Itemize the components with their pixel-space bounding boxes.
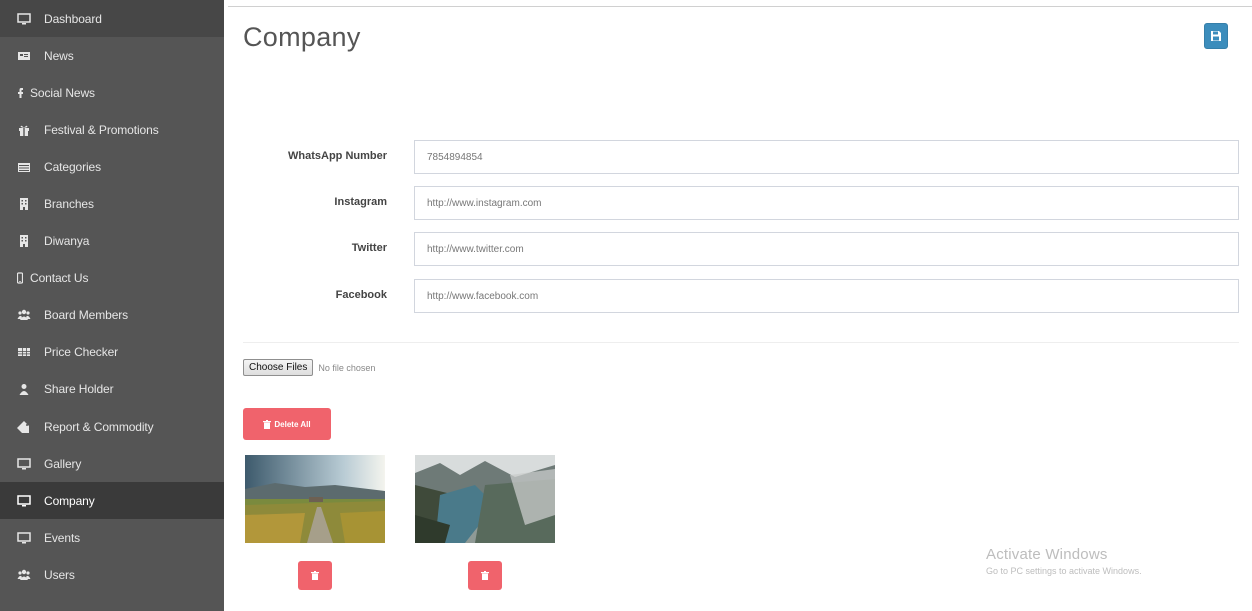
sidebar-item-label: News: [44, 48, 74, 63]
mobile-icon: [17, 271, 23, 285]
trash-icon: [263, 419, 272, 429]
sidebar-item-share-holder[interactable]: Share Holder: [0, 371, 224, 408]
sidebar-item-label: Events: [44, 530, 81, 545]
sidebar-item-label: Contact Us: [30, 271, 89, 286]
gallery-image-1: [245, 455, 385, 543]
monitor-icon: [17, 12, 31, 26]
sidebar-item-label: Gallery: [44, 456, 82, 471]
instagram-input[interactable]: [414, 186, 1239, 220]
windows-activation-watermark: Activate Windows Go to PC settings to ac…: [986, 546, 1142, 576]
whatsapp-label: WhatsApp Number: [288, 150, 387, 162]
gift-icon: [17, 123, 31, 137]
watermark-subtitle: Go to PC settings to activate Windows.: [986, 566, 1142, 576]
sidebar-item-contact-us[interactable]: Contact Us: [0, 260, 224, 297]
sidebar-item-label: Company: [44, 493, 95, 508]
delete-image-2-button[interactable]: [468, 561, 502, 590]
sidebar-item-categories[interactable]: Categories: [0, 148, 224, 185]
save-button[interactable]: [1204, 23, 1228, 49]
trash-icon: [311, 571, 319, 580]
sidebar: Dashboard News Social News Festival & Pr…: [0, 0, 224, 611]
save-icon: [1211, 31, 1221, 41]
sidebar-item-label: Branches: [44, 197, 94, 212]
sidebar-item-dashboard[interactable]: Dashboard: [0, 0, 224, 38]
instagram-row: Instagram: [224, 186, 1252, 220]
whatsapp-number-input[interactable]: [414, 140, 1239, 174]
users-icon: [17, 568, 31, 582]
choose-files-button[interactable]: Choose Files: [243, 359, 314, 376]
sidebar-item-label: Report & Commodity: [44, 419, 154, 434]
sidebar-item-label: Dashboard: [44, 11, 102, 26]
top-divider: [228, 6, 1252, 7]
sidebar-item-label: Share Holder: [44, 382, 114, 397]
delete-all-label: Delete All: [274, 419, 311, 429]
facebook-input[interactable]: [414, 279, 1239, 313]
file-upload: Choose Files No file chosen: [243, 359, 375, 376]
gallery-image-2: [415, 455, 555, 543]
sidebar-item-label: Price Checker: [44, 345, 119, 360]
form-divider: [243, 342, 1239, 343]
building-icon: [17, 197, 31, 211]
instagram-label: Instagram: [334, 196, 387, 208]
sidebar-item-label: Social News: [30, 85, 95, 100]
user-icon: [17, 382, 31, 396]
sidebar-item-branches[interactable]: Branches: [0, 185, 224, 222]
facebook-icon: [17, 86, 23, 100]
trash-icon: [481, 571, 489, 580]
tag-icon: [17, 420, 31, 434]
table-icon: [17, 345, 31, 359]
sidebar-item-social-news[interactable]: Social News: [0, 74, 224, 111]
sidebar-item-news[interactable]: News: [0, 37, 224, 74]
sidebar-item-label: Festival & Promotions: [44, 122, 159, 137]
facebook-label: Facebook: [335, 289, 387, 301]
monitor-icon: [17, 531, 31, 545]
sidebar-item-festival-promotions[interactable]: Festival & Promotions: [0, 111, 224, 148]
sidebar-item-events[interactable]: Events: [0, 519, 224, 556]
sidebar-item-label: Categories: [44, 159, 102, 174]
company-page: Dashboard News Social News Festival & Pr…: [0, 0, 1252, 611]
users-icon: [17, 308, 31, 322]
sidebar-item-board-members[interactable]: Board Members: [0, 297, 224, 334]
monitor-icon: [17, 457, 31, 471]
twitter-input[interactable]: [414, 232, 1239, 266]
delete-image-1-button[interactable]: [298, 561, 332, 590]
sidebar-item-gallery[interactable]: Gallery: [0, 445, 224, 482]
whatsapp-row: WhatsApp Number: [224, 140, 1252, 174]
sidebar-item-report-commodity[interactable]: Report & Commodity: [0, 408, 224, 445]
twitter-label: Twitter: [351, 242, 387, 254]
building-icon: [17, 234, 31, 248]
twitter-row: Twitter: [224, 232, 1252, 266]
newspaper-icon: [17, 49, 31, 63]
sidebar-item-diwanya[interactable]: Diwanya: [0, 223, 224, 260]
sidebar-item-label: Users: [44, 567, 75, 582]
sidebar-item-users[interactable]: Users: [0, 556, 224, 593]
sidebar-item-label: Diwanya: [44, 234, 90, 249]
sidebar-item-company[interactable]: Company: [0, 482, 224, 520]
facebook-row: Facebook: [224, 279, 1252, 313]
sidebar-item-label: Board Members: [44, 308, 129, 323]
page-title: Company: [243, 22, 361, 52]
monitor-icon: [17, 494, 31, 508]
list-icon: [17, 160, 31, 174]
file-status: No file chosen: [318, 362, 376, 373]
watermark-title: Activate Windows: [986, 546, 1108, 563]
sidebar-item-price-checker[interactable]: Price Checker: [0, 334, 224, 371]
main-content: Company WhatsApp Number Instagram Twitte…: [224, 0, 1252, 611]
delete-all-button[interactable]: Delete All: [243, 408, 331, 440]
